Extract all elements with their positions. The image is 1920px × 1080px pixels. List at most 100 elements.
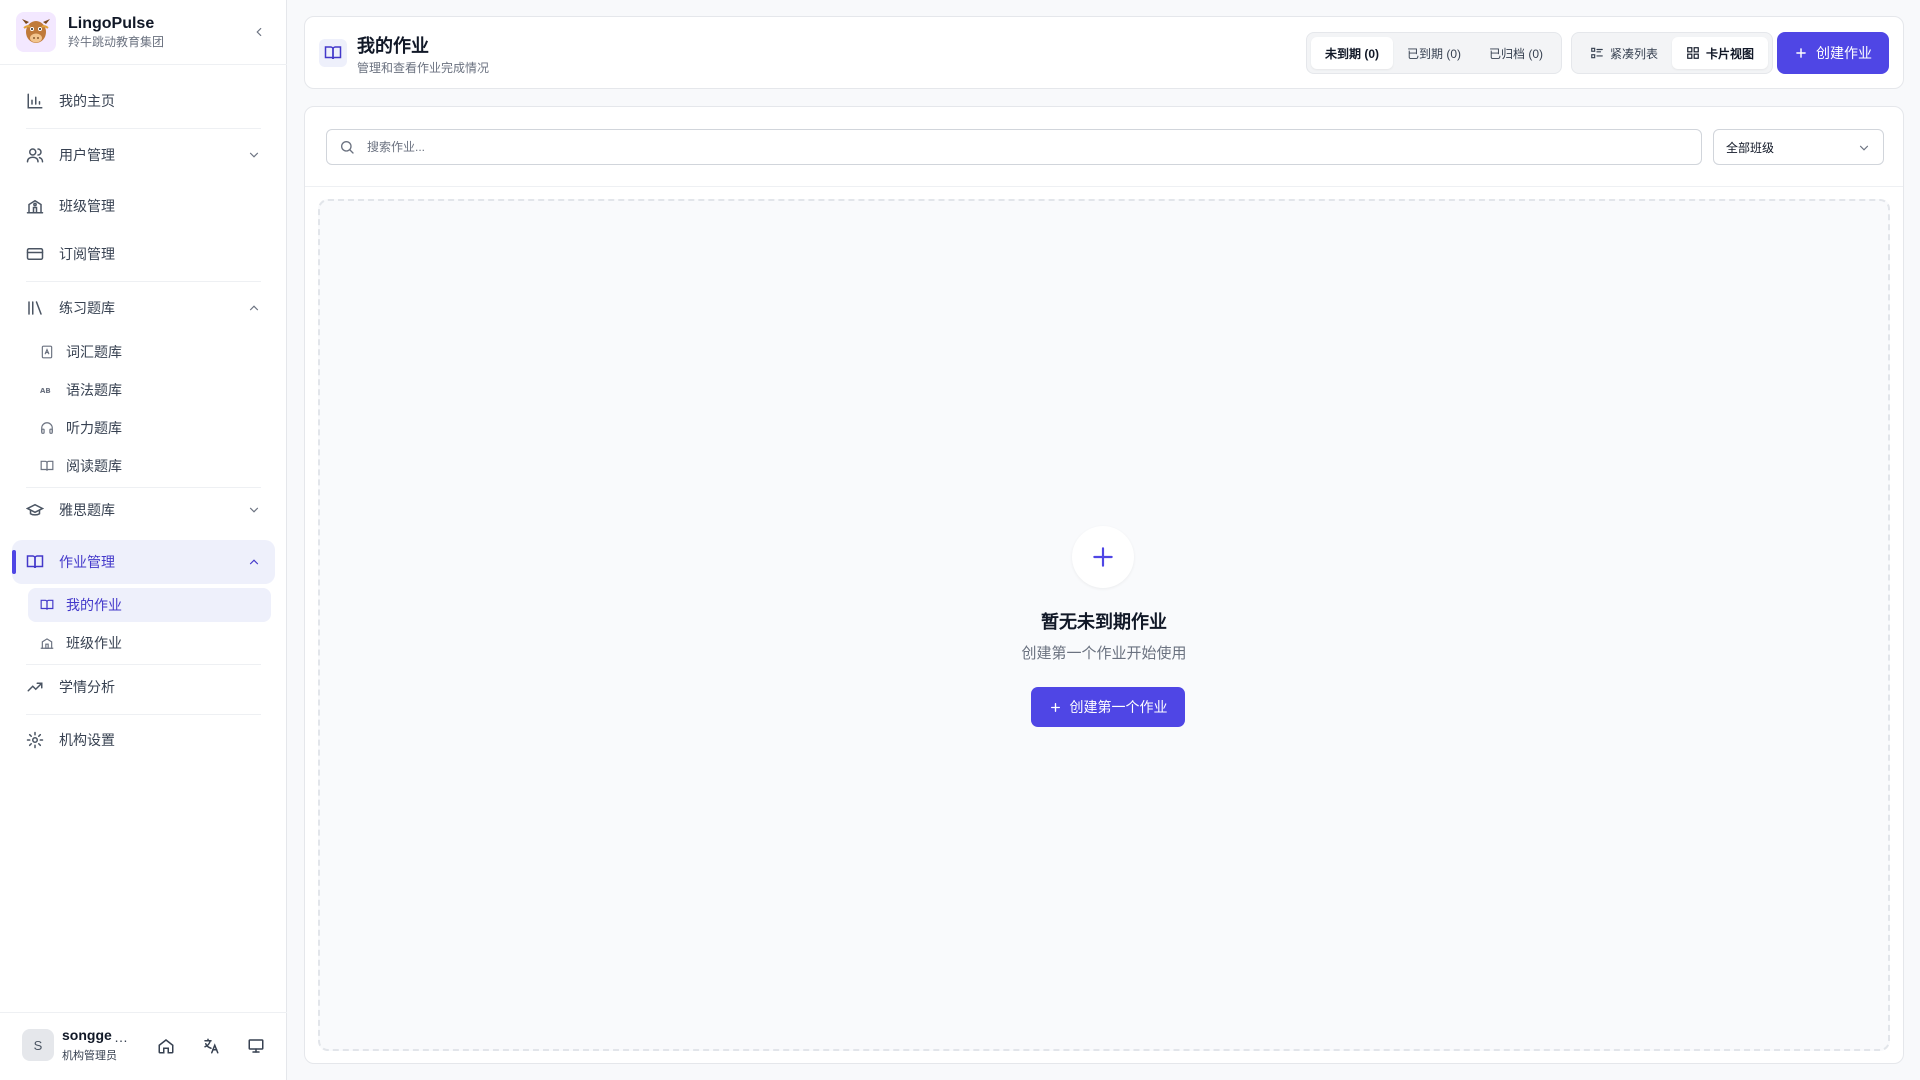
sidebar-subitem-reading[interactable]: 阅读题库 xyxy=(28,449,271,483)
sidebar: LingoPulse 羚牛跳动教育集团 我的主页 用户管理 班级管理 订阅管理 … xyxy=(0,0,287,1080)
credit-card-icon xyxy=(26,248,44,260)
create-first-homework-label: 创建第一个作业 xyxy=(1069,699,1168,715)
chevron-down-icon xyxy=(1859,145,1869,151)
search-box xyxy=(326,129,1702,165)
brand-org: 羚牛跳动教育集团 xyxy=(68,35,165,49)
graduation-cap-icon xyxy=(26,503,44,516)
sidebar-subitem-listening[interactable]: 听力题库 xyxy=(28,411,271,445)
sidebar-item-label: 机构设置 xyxy=(59,732,115,748)
book-open-icon xyxy=(319,39,347,67)
card-view-button[interactable]: 卡片视图 xyxy=(1672,37,1769,69)
view-label: 紧凑列表 xyxy=(1610,46,1659,61)
sidebar-item-practice[interactable]: 练习题库 xyxy=(12,286,275,330)
grid-icon xyxy=(1687,47,1699,59)
tab-due[interactable]: 已到期 (0) xyxy=(1393,37,1475,69)
search-icon xyxy=(341,141,354,154)
library-icon xyxy=(28,301,42,315)
sidebar-item-label: 用户管理 xyxy=(59,147,115,163)
brand: LingoPulse 羚牛跳动教育集团 xyxy=(16,12,271,52)
plus-icon xyxy=(1093,547,1113,567)
sidebar-subitem-grammar[interactable]: AB 语法题库 xyxy=(28,373,271,407)
page-subtitle: 管理和查看作业完成情况 xyxy=(357,61,490,75)
sidebar-item-label: 练习题库 xyxy=(59,300,115,316)
svg-text:AB: AB xyxy=(40,387,51,395)
sidebar-item-classes[interactable]: 班级管理 xyxy=(12,184,275,228)
view-label: 卡片视图 xyxy=(1706,46,1755,61)
trending-up-icon xyxy=(27,682,43,692)
divider xyxy=(26,128,261,129)
user-role: 机构管理员 xyxy=(62,1050,117,1062)
sidebar-item-subscriptions[interactable]: 订阅管理 xyxy=(12,232,275,276)
brand-name: LingoPulse xyxy=(68,15,155,32)
book-open-icon xyxy=(26,555,44,569)
sidebar-item-ielts[interactable]: 雅思题库 xyxy=(12,488,275,532)
sidebar-item-label: 学情分析 xyxy=(59,679,115,695)
sidebar-item-label: 作业管理 xyxy=(59,554,115,570)
sidebar-footer: S songge 机构管理员 … xyxy=(0,1012,287,1080)
sidebar-subitem-label: 词汇题库 xyxy=(66,344,122,360)
school-icon xyxy=(26,199,44,214)
plus-icon xyxy=(1796,48,1806,58)
plus-icon xyxy=(1050,702,1060,712)
divider xyxy=(26,281,261,282)
class-filter-select[interactable]: 全部班级 xyxy=(1713,129,1884,165)
book-open-icon xyxy=(40,599,54,610)
monitor-icon[interactable] xyxy=(247,1037,265,1055)
empty-add-button[interactable] xyxy=(1072,526,1134,588)
sidebar-item-homework[interactable]: 作业管理 xyxy=(12,540,275,584)
sidebar-subitem-label: 阅读题库 xyxy=(66,458,122,474)
user-name: songge xyxy=(62,1027,112,1043)
home-icon[interactable] xyxy=(157,1037,175,1055)
book-a-icon xyxy=(41,345,53,359)
chevron-left-icon xyxy=(256,27,262,37)
collapse-sidebar-button[interactable] xyxy=(249,22,269,42)
create-homework-label: 创建作业 xyxy=(1816,45,1872,61)
chevron-up-icon xyxy=(249,559,259,565)
translate-icon[interactable] xyxy=(202,1037,220,1055)
filter-toolbar: 全部班级 xyxy=(305,107,1903,187)
sidebar-item-analytics[interactable]: 学情分析 xyxy=(12,665,275,709)
sidebar-subitem-class-homework[interactable]: 班级作业 xyxy=(28,626,271,660)
sidebar-item-label: 班级管理 xyxy=(59,198,115,214)
sidebar-subitem-label: 听力题库 xyxy=(66,420,122,436)
view-toggle: 紧凑列表 卡片视图 xyxy=(1571,32,1774,74)
create-homework-button[interactable]: 创建作业 xyxy=(1777,32,1889,74)
chevron-down-icon xyxy=(249,152,259,158)
ab-icon: AB xyxy=(40,387,51,395)
headphones-icon xyxy=(41,422,53,434)
sidebar-item-users[interactable]: 用户管理 xyxy=(12,133,275,177)
school-icon xyxy=(40,638,54,649)
sidebar-item-home[interactable]: 我的主页 xyxy=(12,79,275,123)
users-icon xyxy=(26,148,44,163)
gear-icon xyxy=(26,731,44,749)
divider xyxy=(26,714,261,715)
active-indicator xyxy=(12,550,16,574)
bar-chart-icon xyxy=(27,93,43,109)
avatar[interactable]: S xyxy=(22,1029,54,1061)
chevron-down-icon xyxy=(249,507,259,513)
tab-not-due[interactable]: 未到期 (0) xyxy=(1311,37,1394,69)
compact-list-view-button[interactable]: 紧凑列表 xyxy=(1576,37,1672,69)
sidebar-item-label: 订阅管理 xyxy=(59,246,115,262)
sidebar-separator xyxy=(0,64,287,65)
sidebar-subitem-vocabulary[interactable]: 词汇题库 xyxy=(28,335,271,369)
sidebar-item-settings[interactable]: 机构设置 xyxy=(12,718,275,762)
brand-logo xyxy=(16,12,56,52)
user-more-button[interactable]: … xyxy=(114,1029,129,1045)
empty-description: 创建第一个作业开始使用 xyxy=(1021,645,1187,662)
search-input[interactable] xyxy=(367,140,1687,154)
book-open-icon xyxy=(40,460,54,471)
sidebar-subitem-label: 班级作业 xyxy=(66,635,122,651)
tab-archived[interactable]: 已归档 (0) xyxy=(1475,37,1557,69)
sidebar-subitem-my-homework[interactable]: 我的作业 xyxy=(28,588,271,622)
sidebar-subitem-label: 我的作业 xyxy=(66,597,122,613)
create-first-homework-button[interactable]: 创建第一个作业 xyxy=(1031,687,1185,727)
class-filter-value: 全部班级 xyxy=(1726,140,1775,155)
page-header: 我的作业 管理和查看作业完成情况 未到期 (0) 已到期 (0) 已归档 (0)… xyxy=(304,16,1904,89)
sidebar-item-label: 雅思题库 xyxy=(59,502,115,518)
page-title: 我的作业 xyxy=(357,36,429,56)
chevron-up-icon xyxy=(249,305,259,311)
empty-state: 暂无未到期作业 创建第一个作业开始使用 创建第一个作业 xyxy=(318,199,1890,1051)
sidebar-item-label: 我的主页 xyxy=(59,93,115,109)
sidebar-subitem-label: 语法题库 xyxy=(66,382,122,398)
